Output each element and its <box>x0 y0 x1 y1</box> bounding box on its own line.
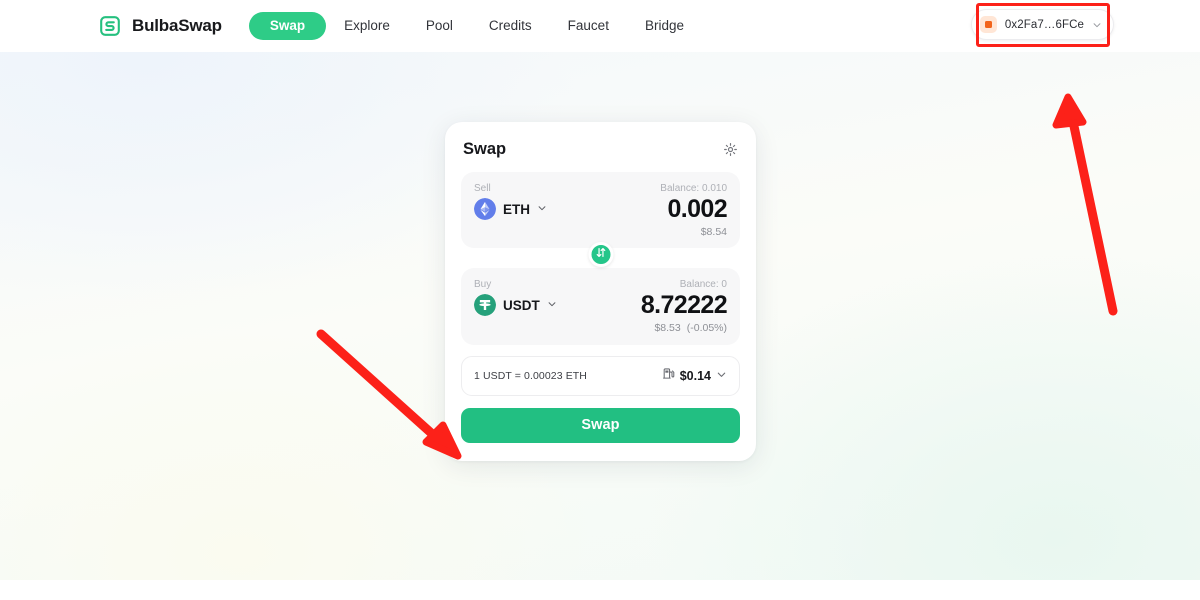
app-header: BulbaSwap Swap Explore Pool Credits Fauc… <box>0 0 1200 52</box>
buy-fiat-value: $8.53 <box>654 322 681 334</box>
chevron-down-icon <box>716 367 727 385</box>
sell-panel: Sell Balance: 0.010 ETH 0.002 $8.54 <box>461 172 740 249</box>
bulbaswap-logo-icon <box>98 14 122 38</box>
swap-direction-row <box>461 242 740 268</box>
gas-estimate: $0.14 <box>662 367 727 385</box>
rate-row[interactable]: 1 USDT = 0.00023 ETH $0.14 <box>461 355 740 396</box>
wallet-button[interactable]: 0x2Fa7…6FCe <box>970 9 1114 40</box>
nav-item-explore[interactable]: Explore <box>326 12 408 40</box>
swap-card-title: Swap <box>463 140 507 158</box>
swap-action-button[interactable]: Swap <box>461 407 740 443</box>
buy-price-impact: (-0.05%) <box>686 322 727 334</box>
buy-token-selector[interactable]: USDT <box>474 294 557 317</box>
swap-direction-button[interactable] <box>588 242 613 268</box>
chevron-down-icon <box>1092 20 1102 30</box>
brand: BulbaSwap <box>98 14 222 38</box>
footer-strip <box>0 580 1200 600</box>
nav-item-credits[interactable]: Credits <box>471 12 550 40</box>
wallet-area: 0x2Fa7…6FCe <box>970 9 1114 40</box>
brand-name: BulbaSwap <box>132 16 222 35</box>
buy-panel: Buy Balance: 0 USDT 8.72222 $8.53 (-0.05… <box>461 268 740 345</box>
sell-token-selector[interactable]: ETH <box>474 198 547 221</box>
sell-fiat-value: $8.54 <box>700 225 727 238</box>
buy-balance: Balance: 0 <box>679 279 727 291</box>
gas-pump-icon <box>662 367 675 385</box>
buy-panel-bottom: $8.53 (-0.05%) <box>474 322 727 335</box>
nav-item-faucet[interactable]: Faucet <box>550 12 627 40</box>
sell-panel-top: Sell Balance: 0.010 <box>474 183 727 194</box>
nav-item-bridge[interactable]: Bridge <box>627 12 702 40</box>
gas-value: $0.14 <box>679 368 711 383</box>
buy-panel-mid: USDT <box>474 292 727 319</box>
exchange-rate-text: 1 USDT = 0.00023 ETH <box>474 369 587 382</box>
buy-token-symbol: USDT <box>503 297 540 313</box>
swap-card-header: Swap <box>461 138 740 159</box>
chevron-down-icon <box>547 296 557 314</box>
sell-label: Sell <box>474 183 491 194</box>
sell-panel-mid: ETH <box>474 196 727 223</box>
wallet-square-icon <box>979 16 997 33</box>
buy-label: Buy <box>474 279 492 291</box>
buy-amount-input[interactable] <box>557 292 727 319</box>
nav-item-swap[interactable]: Swap <box>248 12 327 40</box>
chevron-down-icon <box>537 200 547 218</box>
gear-icon[interactable] <box>723 142 738 157</box>
swap-card: Swap Sell Balance: 0.010 ETH 0.002 $8.54… <box>445 122 756 461</box>
main-nav: Swap Explore Pool Credits Faucet Bridge <box>248 12 702 40</box>
usdt-token-icon <box>474 294 496 317</box>
nav-item-pool[interactable]: Pool <box>408 12 471 40</box>
eth-token-icon <box>474 198 496 221</box>
wallet-address: 0x2Fa7…6FCe <box>1004 18 1084 31</box>
swap-direction-icon <box>594 246 607 264</box>
sell-balance: Balance: 0.010 <box>660 183 727 194</box>
sell-amount-input[interactable] <box>557 196 727 223</box>
sell-panel-bottom: $8.54 <box>474 225 727 238</box>
sell-token-symbol: ETH <box>503 201 530 217</box>
buy-panel-top: Buy Balance: 0 <box>474 279 727 290</box>
